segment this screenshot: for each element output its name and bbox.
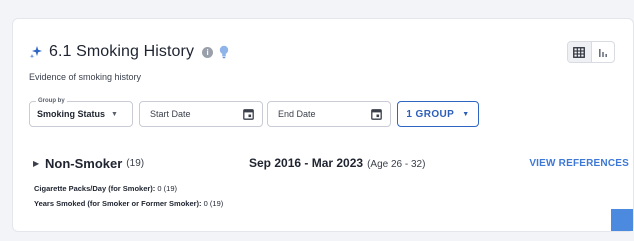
- view-references-link[interactable]: VIEW REFERENCES: [529, 158, 629, 169]
- group-by-select[interactable]: Group by Smoking Status ▼: [29, 97, 133, 127]
- metric-value: 0 (19): [157, 184, 177, 193]
- metric-label: Cigarette Packs/Day (for Smoker):: [34, 184, 156, 193]
- end-date-placeholder: End Date: [278, 109, 316, 119]
- view-toggle: [567, 41, 615, 63]
- group-by-legend: Group by: [36, 97, 67, 105]
- metric-value: 0 (19): [203, 199, 224, 208]
- table-grid-icon: [573, 46, 586, 58]
- group-by-value: Smoking Status: [37, 109, 106, 119]
- calendar-icon[interactable]: [243, 108, 254, 120]
- status-count: (19): [126, 157, 145, 169]
- card-header: 6.1 Smoking History i: [29, 43, 229, 61]
- calendar-icon[interactable]: [371, 108, 382, 120]
- smoking-status-label[interactable]: Non-Smoker: [45, 156, 122, 171]
- age-range: (Age 26 - 32): [367, 159, 426, 170]
- card-title: 6.1 Smoking History: [49, 43, 195, 60]
- end-date-field[interactable]: End Date: [267, 101, 391, 127]
- side-panel-tab[interactable]: [611, 209, 633, 231]
- chart-view-button[interactable]: [592, 42, 615, 62]
- lightbulb-icon[interactable]: [219, 45, 229, 59]
- card-subtitle: Evidence of smoking history: [29, 72, 142, 82]
- chevron-right-icon[interactable]: ▶: [33, 159, 45, 168]
- group-count-button[interactable]: 1 GROUP ▼: [397, 101, 479, 127]
- table-view-button[interactable]: [568, 42, 592, 62]
- info-icon[interactable]: i: [202, 46, 214, 58]
- start-date-placeholder: Start Date: [150, 109, 191, 119]
- metric-label: Years Smoked (for Smoker or Former Smoke…: [34, 199, 202, 208]
- date-range-text: Sep 2016 - Mar 2023: [249, 156, 364, 170]
- sparkle-icon: [29, 46, 42, 59]
- metric-packs-per-day: Cigarette Packs/Day (for Smoker): 0 (19): [34, 184, 177, 193]
- caret-down-icon: ▼: [111, 110, 118, 118]
- bar-chart-icon: [598, 49, 607, 57]
- result-row: ▶ Non-Smoker (19) Sep 2016 - Mar 2023 (Ag…: [33, 154, 629, 172]
- date-range: Sep 2016 - Mar 2023 (Age 26 - 32): [249, 156, 425, 170]
- group-count-label: 1 GROUP: [406, 108, 455, 120]
- metric-years-smoked: Years Smoked (for Smoker or Former Smoke…: [34, 199, 223, 208]
- smoking-history-card: 6.1 Smoking History i Evidence of smokin…: [12, 18, 634, 232]
- caret-down-icon: ▼: [462, 110, 470, 118]
- start-date-field[interactable]: Start Date: [139, 101, 263, 127]
